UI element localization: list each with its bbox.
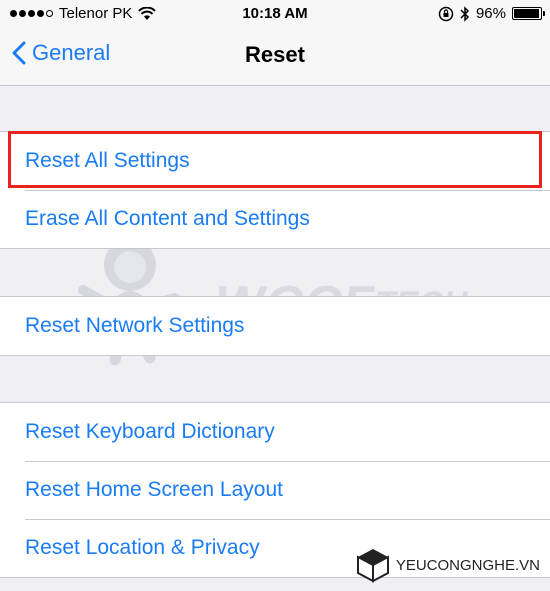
navigation-bar: General Reset xyxy=(0,28,550,86)
cube-logo-icon xyxy=(356,549,389,583)
bluetooth-icon xyxy=(460,5,470,22)
status-right: 96% xyxy=(438,5,545,22)
logo-text: YEUCONGNGHE.VN xyxy=(395,556,540,574)
settings-group-network: Reset Network Settings xyxy=(0,296,550,356)
status-bar: Telenor PK 10:18 AM 96% xyxy=(0,0,550,28)
orientation-lock-icon xyxy=(438,6,454,21)
site-logo: YEUCONGNGHE.VN xyxy=(356,547,540,583)
battery-percent: 96% xyxy=(475,5,506,22)
settings-group-reset-all: Reset All Settings Erase All Content and… xyxy=(0,131,550,249)
page-title: Reset xyxy=(245,42,305,67)
reset-network-settings-cell[interactable]: Reset Network Settings xyxy=(0,297,550,355)
reset-home-screen-layout-cell[interactable]: Reset Home Screen Layout xyxy=(0,461,550,519)
battery-icon xyxy=(512,7,545,20)
erase-all-content-cell[interactable]: Erase All Content and Settings xyxy=(0,190,550,248)
reset-keyboard-dictionary-cell[interactable]: Reset Keyboard Dictionary xyxy=(0,403,550,461)
reset-all-settings-cell[interactable]: Reset All Settings xyxy=(0,132,550,190)
